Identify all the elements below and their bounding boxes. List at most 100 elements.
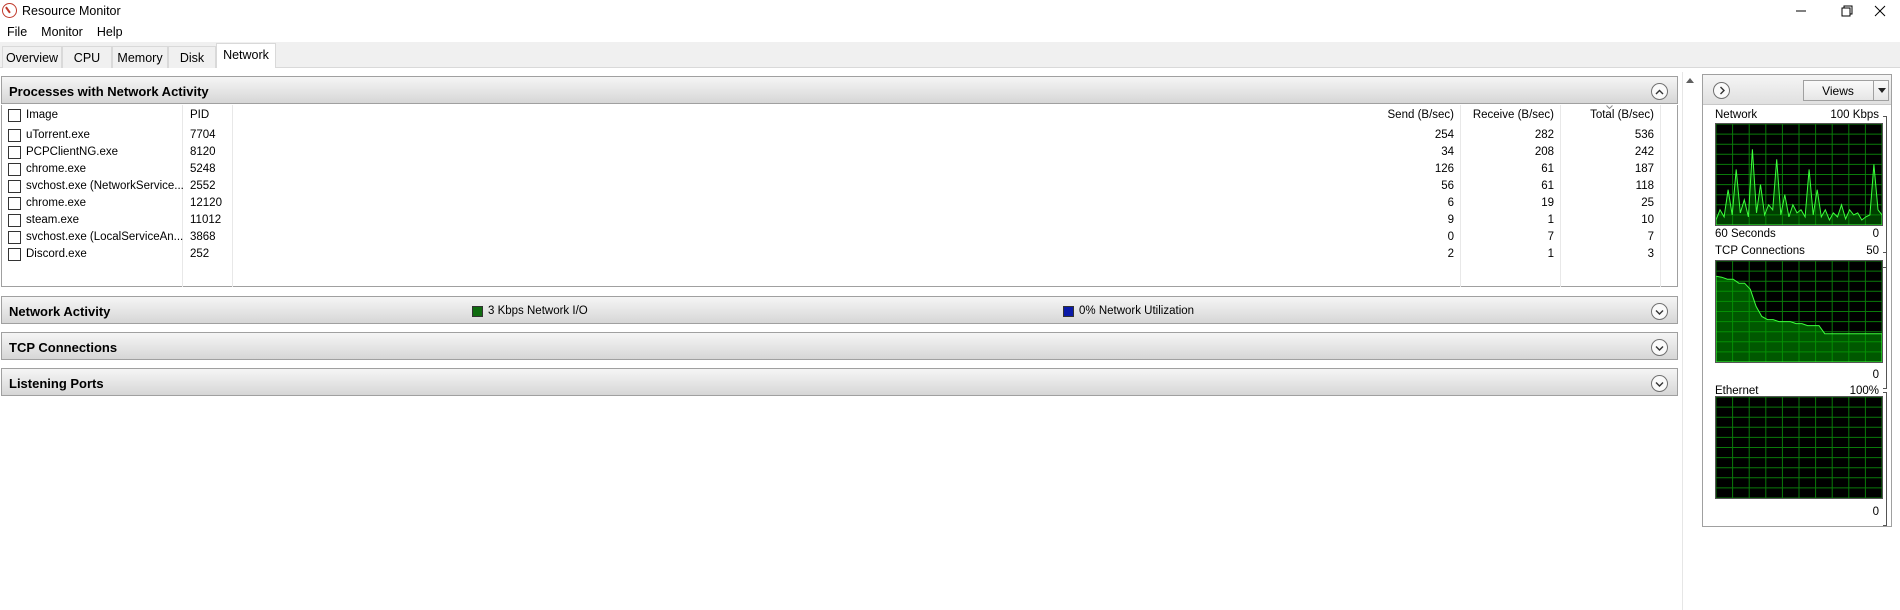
cell-send: 9: [1447, 214, 1454, 226]
cell-total: 7: [1647, 231, 1654, 243]
network-activity-title: Network Activity: [9, 304, 111, 319]
processes-table: Image PID Send (B/sec) Receive (B/sec) T…: [1, 105, 1678, 287]
chevron-down-icon: [1655, 345, 1664, 351]
expand-panel-button[interactable]: [1713, 82, 1730, 99]
cell-image[interactable]: svchost.exe (NetworkService...: [26, 180, 184, 192]
network-graph-timespan: 60 Seconds: [1715, 228, 1776, 240]
scroll-up-icon[interactable]: [1686, 78, 1694, 83]
restore-icon: [1841, 5, 1853, 17]
tab-memory[interactable]: Memory: [112, 46, 168, 68]
utilization-legend-label: 0% Network Utilization: [1079, 305, 1195, 317]
chevron-right-icon: [1719, 86, 1725, 95]
cell-send: 126: [1434, 163, 1454, 175]
tcp-graph-min: 0: [1872, 369, 1879, 381]
tcp-graph: [1715, 260, 1883, 363]
listening-ports-section: Listening Ports: [1, 368, 1678, 396]
cell-receive: 19: [1541, 197, 1554, 209]
network-graph-max: 100 Kbps: [1830, 109, 1879, 121]
window-title: Resource Monitor: [22, 4, 121, 18]
cell-send: 6: [1447, 197, 1454, 209]
network-graph-plot: [1716, 124, 1882, 225]
listening-ports-header[interactable]: Listening Ports: [1, 368, 1678, 396]
close-button[interactable]: [1860, 0, 1900, 22]
cell-pid: 12120: [190, 197, 222, 209]
menu-monitor[interactable]: Monitor: [34, 22, 90, 42]
expand-network-activity-button[interactable]: [1651, 303, 1668, 320]
cell-total: 10: [1641, 214, 1654, 226]
cell-total: 242: [1634, 146, 1654, 158]
cell-pid: 3868: [190, 231, 216, 243]
tab-disk[interactable]: Disk: [168, 46, 216, 68]
network-graph: [1715, 123, 1883, 226]
utilization-legend-swatch: [1063, 306, 1074, 317]
tab-network[interactable]: Network: [216, 43, 276, 69]
minimize-button[interactable]: [1778, 0, 1824, 22]
tcp-graph-label: TCP Connections: [1715, 245, 1805, 257]
network-graph-min: 0: [1872, 228, 1879, 240]
tcp-connections-header[interactable]: TCP Connections: [1, 332, 1678, 360]
cell-pid: 5248: [190, 163, 216, 175]
ethernet-graph-plot: [1716, 397, 1882, 498]
row-checkbox[interactable]: [8, 197, 21, 210]
cell-receive: 1: [1547, 214, 1554, 226]
select-all-checkbox[interactable]: [8, 109, 21, 122]
row-checkbox[interactable]: [8, 180, 21, 193]
expand-listening-ports-button[interactable]: [1651, 375, 1668, 392]
tcp-graph-max: 50: [1866, 245, 1879, 257]
views-dropdown[interactable]: [1873, 81, 1889, 100]
cell-pid: 252: [190, 248, 210, 260]
cell-send: 34: [1441, 146, 1454, 158]
processes-header[interactable]: Processes with Network Activity: [1, 76, 1678, 104]
minimize-icon: [1796, 10, 1806, 12]
tab-overview[interactable]: Overview: [2, 46, 62, 68]
row-checkbox[interactable]: [8, 231, 21, 244]
main-scrollbar[interactable]: [1682, 72, 1696, 610]
column-total[interactable]: Total (B/sec): [1562, 109, 1654, 121]
row-checkbox[interactable]: [8, 214, 21, 227]
collapse-processes-button[interactable]: [1651, 83, 1668, 100]
row-checkbox[interactable]: [8, 146, 21, 159]
menu-help[interactable]: Help: [90, 22, 130, 42]
processes-title: Processes with Network Activity: [9, 84, 209, 99]
cell-receive: 7: [1547, 231, 1554, 243]
expand-tcp-connections-button[interactable]: [1651, 339, 1668, 356]
cell-send: 254: [1434, 129, 1454, 141]
graph-panel: Views Network 100 Kbps 60 Seconds 0 TCP …: [1702, 74, 1892, 527]
network-graph-label: Network: [1715, 109, 1758, 121]
graph-panel-header: Views: [1703, 75, 1891, 105]
sort-desc-icon: [1606, 105, 1613, 109]
menu-bar: File Monitor Help: [0, 22, 1900, 42]
chevron-down-icon: [1655, 309, 1664, 315]
cell-send: 0: [1447, 231, 1454, 243]
ethernet-graph: [1715, 396, 1883, 499]
network-activity-header[interactable]: Network Activity 3 Kbps Network I/O 0% N…: [1, 296, 1678, 324]
cell-pid: 2552: [190, 180, 216, 192]
cell-image[interactable]: chrome.exe: [26, 163, 86, 175]
column-image[interactable]: Image: [26, 109, 58, 121]
title-bar: Resource Monitor: [0, 0, 1900, 22]
chevron-up-icon: [1655, 89, 1664, 94]
cell-total: 25: [1641, 197, 1654, 209]
cell-image[interactable]: steam.exe: [26, 214, 79, 226]
tcp-connections-title: TCP Connections: [9, 340, 118, 355]
cell-total: 3: [1647, 248, 1654, 260]
row-checkbox[interactable]: [8, 163, 21, 176]
menu-file[interactable]: File: [0, 22, 34, 42]
cell-image[interactable]: chrome.exe: [26, 197, 86, 209]
cell-receive: 208: [1534, 146, 1554, 158]
column-send[interactable]: Send (B/sec): [1362, 109, 1454, 121]
cell-image[interactable]: uTorrent.exe: [26, 129, 90, 141]
tab-cpu[interactable]: CPU: [62, 46, 112, 68]
cell-image[interactable]: Discord.exe: [26, 248, 87, 260]
dropdown-arrow-icon: [1877, 88, 1886, 93]
cell-image[interactable]: PCPClientNG.exe: [26, 146, 118, 158]
cell-image[interactable]: svchost.exe (LocalServiceAn...: [26, 231, 183, 243]
views-button[interactable]: Views: [1803, 80, 1889, 101]
cell-pid: 7704: [190, 129, 216, 141]
row-checkbox[interactable]: [8, 129, 21, 142]
listening-ports-title: Listening Ports: [9, 376, 104, 391]
column-pid[interactable]: PID: [190, 109, 209, 121]
column-receive[interactable]: Receive (B/sec): [1462, 109, 1554, 121]
row-checkbox[interactable]: [8, 248, 21, 261]
tcp-connections-section: TCP Connections: [1, 332, 1678, 360]
